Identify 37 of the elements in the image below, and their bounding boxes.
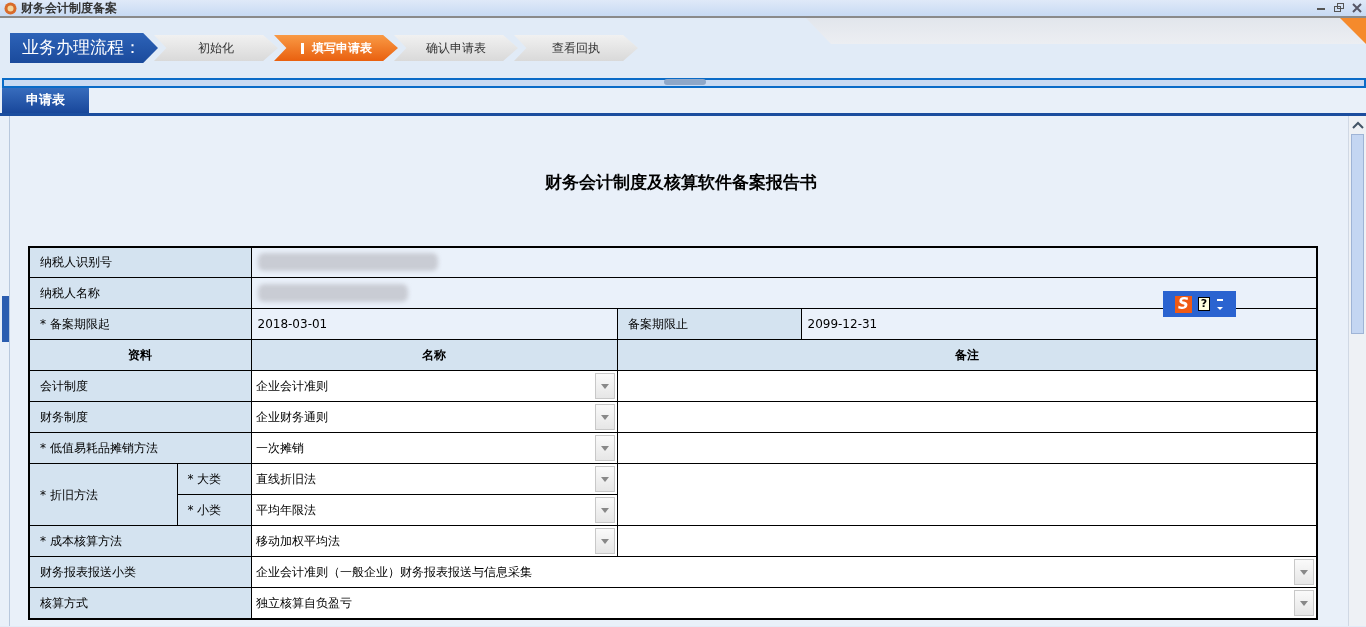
form-title: 财务会计制度及核算软件备案报告书 [544, 171, 818, 194]
field-label: 纳税人名称 [40, 286, 100, 300]
field-label: 财务制度 [40, 410, 88, 424]
column-header: 备注 [954, 348, 979, 362]
field-label: * 低值易耗品摊销方法 [40, 441, 158, 455]
splitter-bar[interactable] [2, 78, 1366, 88]
remark-field[interactable] [617, 370, 1317, 402]
field-label: 纳税人识别号 [40, 255, 112, 270]
column-header: 资料 [128, 348, 153, 362]
field-label: 核算方式 [40, 596, 88, 610]
field-label: * 备案期限起 [40, 317, 110, 331]
remark-field[interactable] [617, 525, 1317, 557]
column-header: 名称 [422, 348, 446, 362]
field-label: * 大类 [187, 472, 222, 486]
field-label: 备案期限止 [627, 317, 688, 331]
remark-field[interactable] [617, 463, 1317, 526]
restore-icon[interactable] [1334, 3, 1344, 13]
field-label: * 小类 [187, 503, 222, 517]
app-icon [4, 1, 17, 15]
date-value: 2099-12-31 [807, 317, 878, 331]
field-label: * 折旧方法 [40, 487, 98, 502]
field-label: 财务报表报送小类 [40, 565, 136, 579]
remark-field[interactable] [617, 401, 1317, 433]
close-icon[interactable] [1352, 3, 1362, 13]
process-step[interactable]: 初始化 [154, 35, 278, 61]
remark-field[interactable] [617, 432, 1317, 464]
field-label: * 成本核算方法 [40, 534, 122, 548]
date-value: 2018-03-01 [257, 317, 328, 331]
window-title: 财务会计制度备案 [21, 0, 117, 17]
field-label: 会计制度 [40, 379, 88, 393]
vertical-scrollbar[interactable] [1348, 116, 1366, 626]
process-step[interactable]: 确认申请表 [394, 35, 518, 61]
process-label: 业务办理流程： [10, 33, 158, 63]
process-step[interactable]: 查看回执 [514, 35, 638, 61]
menu-arrow-icon[interactable] [1216, 297, 1224, 311]
side-collapse-handle[interactable] [2, 296, 9, 342]
help-button[interactable]: ? [1198, 297, 1210, 311]
